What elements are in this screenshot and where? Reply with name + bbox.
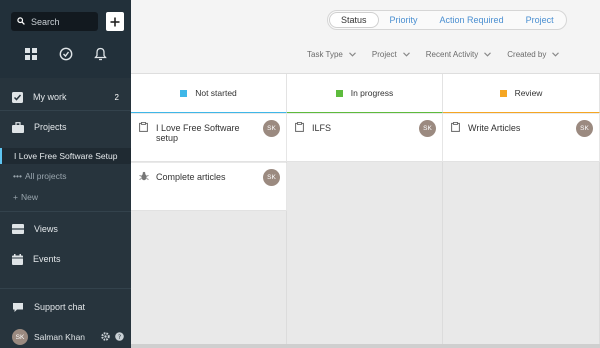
clipboard-icon: [295, 122, 304, 132]
filter-label: Created by: [507, 50, 547, 59]
new-project-link[interactable]: + New: [13, 192, 38, 202]
active-project-item[interactable]: I Love Free Software Setup: [0, 148, 131, 164]
board-header: Status Priority Action Required Project …: [131, 0, 600, 74]
group-by-tabs: Status Priority Action Required Project: [327, 10, 567, 30]
column-not-started: I Love Free Software setup SK Complete a…: [131, 114, 287, 348]
task-title-line: I Love Free Software: [156, 123, 240, 133]
column-title: In progress: [350, 88, 394, 98]
status-color-dot: [499, 89, 507, 97]
assignee-avatar[interactable]: SK: [263, 169, 280, 186]
filter-label: Project: [371, 50, 397, 59]
help-icon[interactable]: ?: [115, 331, 124, 343]
gear-icon[interactable]: [101, 331, 110, 343]
column-header-not-started: Not started: [131, 74, 287, 113]
task-title: Write Articles: [468, 123, 521, 133]
column-in-progress: ILFS SK: [287, 114, 443, 348]
chevron-down-icon: [552, 52, 560, 57]
user-name[interactable]: Salman Khan: [34, 332, 85, 342]
checkbox-icon: [12, 91, 23, 103]
nav-projects-label: Projects: [34, 122, 67, 132]
column-header-in-progress: In progress: [287, 74, 443, 113]
task-card[interactable]: ILFS SK: [287, 114, 443, 162]
status-color-dot: [180, 89, 188, 97]
chevron-down-icon: [484, 52, 492, 57]
nav-views[interactable]: Views: [0, 218, 131, 240]
column-title: Not started: [195, 88, 237, 98]
tab-project[interactable]: Project: [515, 12, 565, 28]
task-card[interactable]: I Love Free Software setup SK: [131, 114, 287, 162]
filter-task-type[interactable]: Task Type: [307, 50, 356, 59]
tab-priority[interactable]: Priority: [379, 12, 429, 28]
sidebar-divider: [0, 288, 131, 289]
nav-projects[interactable]: Projects: [0, 116, 131, 138]
support-chat-link[interactable]: Support chat: [0, 296, 131, 318]
task-title: Complete articles: [156, 172, 226, 182]
filter-bar: Task Type Project Recent Activity Create…: [307, 50, 560, 59]
tab-status[interactable]: Status: [329, 12, 379, 28]
new-project-label: New: [20, 192, 38, 202]
assignee-avatar[interactable]: SK: [419, 120, 436, 137]
kanban-board: Not started In progress Review I Love Fr…: [131, 74, 600, 348]
filter-project[interactable]: Project: [372, 50, 410, 59]
chevron-down-icon: [348, 52, 356, 57]
search-box[interactable]: Search: [11, 12, 98, 31]
sidebar-divider: [0, 211, 131, 212]
dashboard-icon[interactable]: [23, 46, 39, 62]
task-title-line: setup: [156, 133, 179, 143]
chevron-down-icon: [402, 52, 410, 57]
status-color-dot: [335, 89, 343, 97]
task-card[interactable]: Write Articles SK: [443, 114, 600, 162]
user-bar: SK Salman Khan ?: [0, 326, 131, 348]
filter-recent-activity[interactable]: Recent Activity: [425, 50, 492, 59]
assignee-avatar[interactable]: SK: [263, 120, 280, 137]
column-review: Write Articles SK: [443, 114, 600, 348]
bell-icon[interactable]: [92, 46, 108, 62]
sidebar-top: Search: [0, 0, 131, 78]
horizontal-scrollbar[interactable]: [131, 344, 600, 348]
assignee-avatar[interactable]: SK: [576, 120, 593, 137]
avatar[interactable]: SK: [12, 329, 28, 345]
calendar-icon: [12, 253, 23, 265]
search-label: Search: [31, 16, 60, 27]
add-button[interactable]: [106, 12, 124, 31]
column-header-review: Review: [443, 74, 600, 113]
task-title: ILFS: [312, 123, 332, 133]
column-title: Review: [514, 88, 543, 98]
nav-events-label: Events: [33, 254, 61, 264]
task-title: I Love Free Software setup: [156, 123, 266, 143]
task-card[interactable]: Complete articles SK: [131, 163, 287, 211]
filter-label: Recent Activity: [425, 50, 479, 59]
sidebar: Search My work 2 Projects I Love Free So…: [0, 0, 131, 348]
sidebar-divider: [0, 110, 131, 111]
briefcase-icon: [12, 121, 24, 133]
support-chat-label: Support chat: [34, 302, 86, 312]
ellipsis-icon: •••: [13, 171, 22, 181]
filter-created-by[interactable]: Created by: [507, 50, 560, 59]
timer-icon[interactable]: [58, 46, 74, 62]
my-work-count: 2: [114, 92, 119, 102]
filter-label: Task Type: [307, 50, 343, 59]
main-area: Status Priority Action Required Project …: [131, 0, 600, 348]
nav-my-work-label: My work: [33, 92, 67, 102]
clipboard-icon: [451, 122, 460, 132]
chat-icon: [13, 302, 23, 312]
tab-action-required[interactable]: Action Required: [429, 12, 515, 28]
svg-text:?: ?: [118, 333, 121, 341]
clipboard-icon: [139, 122, 148, 132]
bug-icon: [139, 171, 149, 181]
nav-views-label: Views: [34, 224, 58, 234]
all-projects-label: All projects: [24, 171, 67, 181]
plus-small-icon: +: [13, 192, 18, 202]
plus-icon: [110, 17, 120, 26]
nav-events[interactable]: Events: [0, 248, 131, 270]
search-icon: [17, 16, 25, 27]
views-icon: [12, 224, 24, 234]
nav-my-work[interactable]: My work 2: [0, 86, 131, 108]
all-projects-link[interactable]: ••• All projects: [13, 171, 67, 181]
